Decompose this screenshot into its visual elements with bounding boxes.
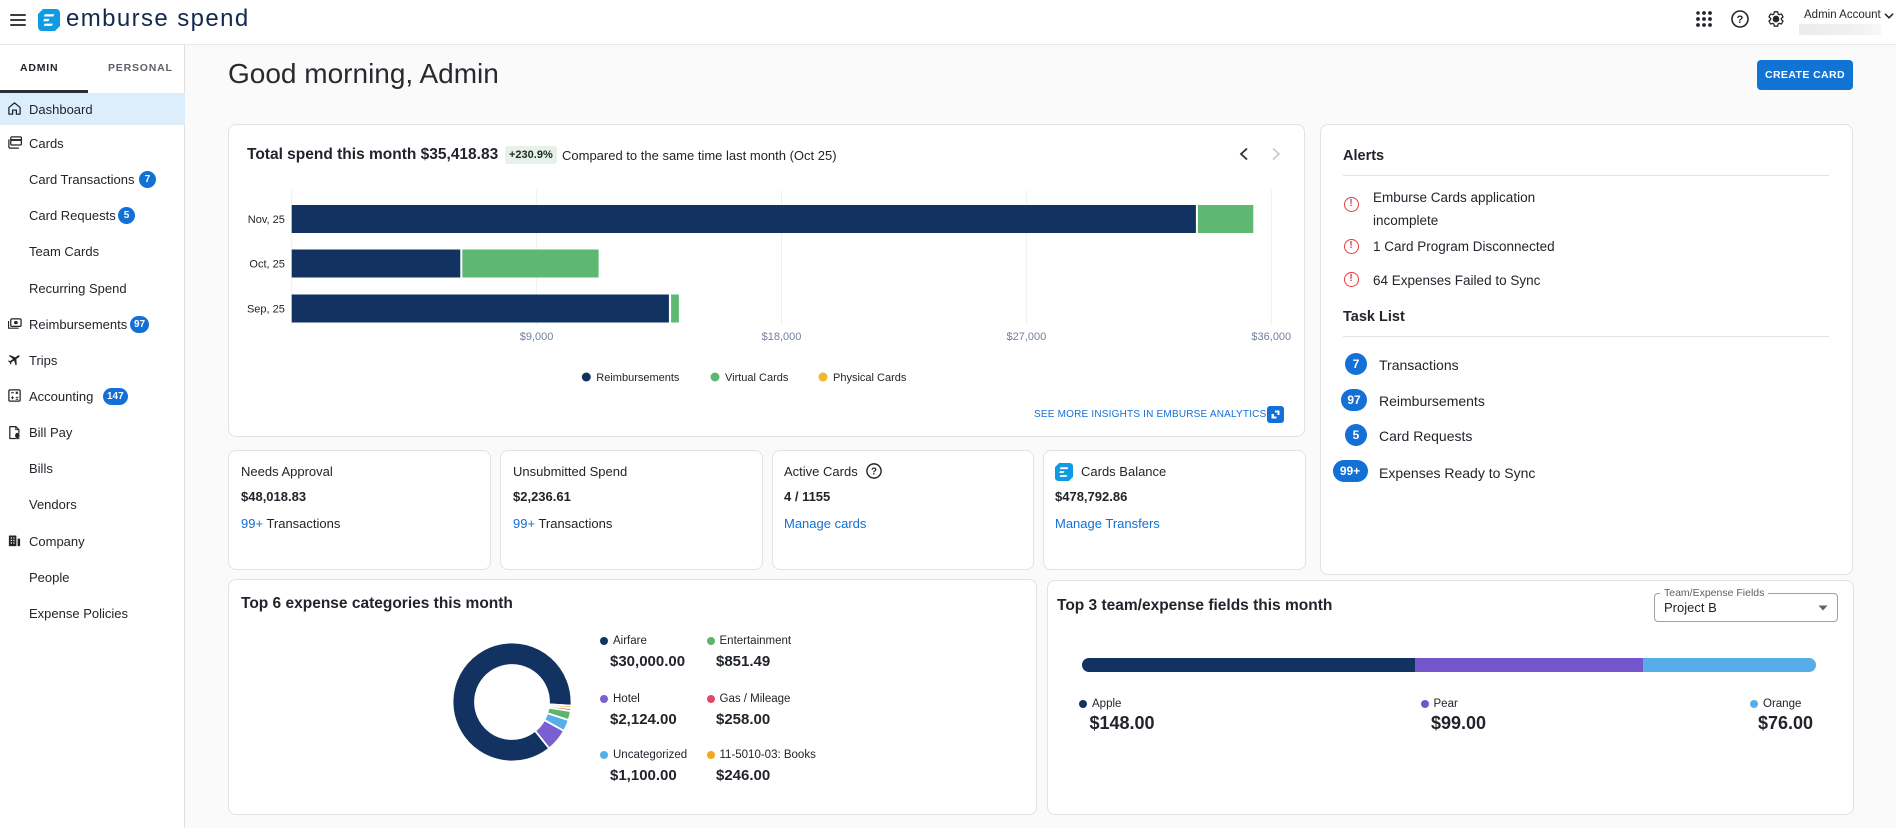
svg-text:$9,000: $9,000 <box>520 331 554 343</box>
svg-text:Oct, 25: Oct, 25 <box>249 259 284 271</box>
svg-text:$18,000: $18,000 <box>762 331 802 343</box>
svg-text:Sep, 25: Sep, 25 <box>247 304 285 316</box>
svg-text:Nov, 25: Nov, 25 <box>248 214 285 226</box>
svg-text:?: ? <box>871 467 877 478</box>
svg-text:$: $ <box>16 433 19 439</box>
svg-text:?: ? <box>1737 14 1744 26</box>
svg-text:Virtual Cards: Virtual Cards <box>725 372 789 384</box>
svg-text:$36,000: $36,000 <box>1251 331 1291 343</box>
svg-text:Physical Cards: Physical Cards <box>833 372 907 384</box>
svg-text:Reimbursements: Reimbursements <box>596 372 680 384</box>
svg-text:$27,000: $27,000 <box>1007 331 1047 343</box>
